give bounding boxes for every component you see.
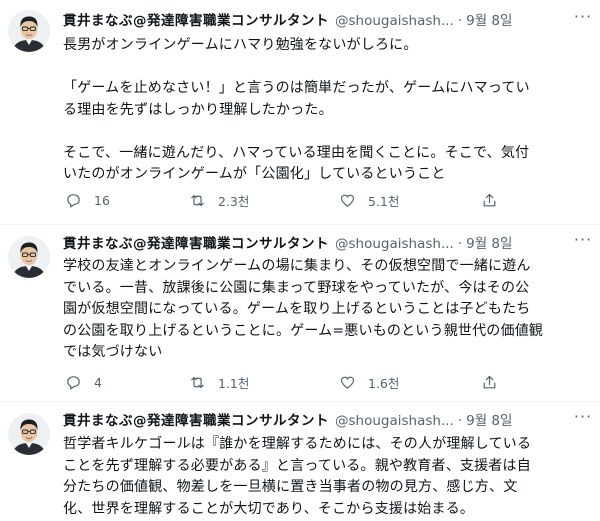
tweet-line: では気づけない [63,344,163,360]
tweet-line: 化、世界を理解することが大切であり、そこから支援は始まる。 [63,500,475,517]
reply-button[interactable]: 16 [65,188,110,212]
tweet-line: の公園を取り上げるということに。ゲーム=悪いものという親世代の価値観 [63,322,544,339]
avatar[interactable] [8,413,50,455]
more-icon[interactable]: ··· [569,405,597,433]
retweet-icon [191,194,204,206]
tweet-line: 「ゲームを止めなさい！」と言うのは簡単だったが、ゲームにハマってい [63,80,530,96]
tweet-2[interactable]: 貫井まなぶ@発達障害職業コンサルタント @shougaishash... · 9월 8… [0,226,600,402]
like-button[interactable]: 5.1천 [339,188,399,212]
tweet-text: 長男がオンラインゲームにハマり勉強をないがしろに。 「ゲームを止めなさい！」と言… [63,35,583,186]
tweet-3[interactable]: 貫井まなぶ@発達障害職業コンサルタント @shougaishash... · 9월 8… [0,403,600,521]
retweet-button[interactable]: 2.3천 [189,188,249,212]
tweet-line: そこで、一緒に遊んだり、ハマっている理由を聞くことに。そこで、気付 [63,144,530,161]
share-button[interactable] [481,188,510,212]
tweet-line: 長男がオンラインゲームにハマり勉強をないがしろに。 [63,37,418,53]
like-count: 5.1천 [368,193,400,209]
retweet-button[interactable]: 1.1천 [189,370,249,394]
reply-count: 16 [94,192,110,208]
share-icon [483,193,496,206]
tweet-line: 学校の友達とオンラインゲームの場に集まり、その仮想空間で一緒に遊ん [63,258,531,274]
reply-button[interactable]: 4 [65,370,102,394]
author-name[interactable]: 貫井まなぶ@発達障害職業コンサルタント [63,13,329,29]
tweet-line: でいる。一昔、放課後に公園に集まって野球をやっていたが、今はその公 [63,279,530,296]
tweet-header: 貫井まなぶ@発達障害職業コンサルタント @shougaishash... · 9월 8… [63,407,593,431]
tweet-1[interactable]: 貫井まなぶ@発達障害職業コンサルタント @shougaishash... · 9월 8… [0,0,600,218]
like-icon [340,194,355,207]
tweet-header: 貫井まなぶ@発達障害職業コンサルタント @shougaishash... · 9월 8… [63,230,593,254]
like-button[interactable]: 1.6천 [339,370,399,394]
tweet-header: 貫井まなぶ@発達障害職業コンサルタント @shougaishash... · 9월 8… [63,7,593,31]
more-icon[interactable]: ··· [569,5,597,33]
tweet-text: 哲学者キルケゴールは『誰かを理解するためには、その人が理解している ことを先ず理… [63,434,583,520]
tweet-line: ことを先ず理解する必要がある』と言っている。親や教育者、支援者は自 [63,457,531,474]
tweet-date[interactable]: 9월 8일 [466,13,512,29]
tweet-date[interactable]: 9월 8일 [466,236,512,252]
tweet-line: る理由を先ずはしっかり理解したかった。 [63,101,333,118]
avatar[interactable] [8,236,50,278]
tweet-text: 学校の友達とオンラインゲームの場に集まり、その仮想空間で一緒に遊ん でいる。一昔… [63,256,583,364]
retweet-icon [191,376,204,388]
divider [0,224,600,225]
tweet-line: いたのがオンラインゲームが「公園化」しているということ [63,166,446,182]
share-icon [483,375,496,388]
tweet-line: 分たちの価値観、物差しを一旦横に置き当事者の物の見方、感じ方、文 [63,479,518,495]
reply-count: 4 [94,374,102,390]
reply-icon [67,375,80,389]
more-icon[interactable]: ··· [569,228,597,256]
tweet-actions: 16 2.3천 5.1천 [63,188,523,212]
avatar[interactable] [8,10,50,52]
share-button[interactable] [481,370,510,394]
separator-dot: · [457,13,463,29]
divider [0,401,600,402]
tweet-actions: 4 1.1천 1.6천 [63,370,523,394]
reply-icon [67,193,80,207]
separator-dot: · [457,413,463,429]
tweet-date[interactable]: 9월 8일 [466,413,512,429]
tweet-line: 哲学者キルケゴールは『誰かを理解するためには、その人が理解している [63,436,532,452]
author-handle[interactable]: @shougaishash... [335,13,454,29]
like-count: 1.6천 [368,375,400,391]
author-name[interactable]: 貫井まなぶ@発達障害職業コンサルタント [63,413,329,429]
author-name[interactable]: 貫井まなぶ@発達障害職業コンサルタント [63,236,329,252]
author-handle[interactable]: @shougaishash... [335,413,454,429]
separator-dot: · [457,236,463,252]
like-icon [340,376,355,389]
retweet-count: 1.1천 [218,375,250,391]
tweet-line: 園が仮想空間になっている。ゲームを取り上げるということは子どもたち [63,301,531,317]
author-handle[interactable]: @shougaishash... [335,236,454,252]
retweet-count: 2.3천 [218,193,250,209]
